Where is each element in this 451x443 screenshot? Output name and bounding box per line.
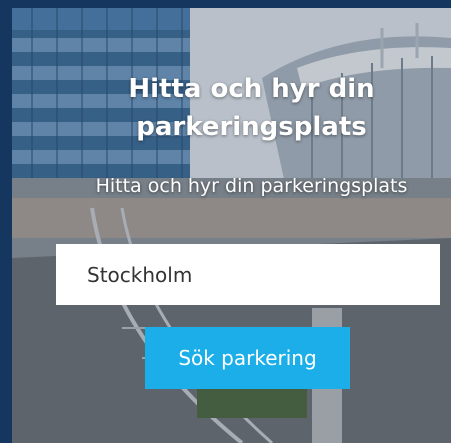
hero-section: Hitta och hyr din parkeringsplats Hitta … [12,8,451,443]
location-search-input[interactable] [56,244,440,305]
search-parking-button[interactable]: Sök parkering [145,327,350,389]
page-title: Hitta och hyr din parkeringsplats [128,74,375,142]
page-subtitle: Hitta och hyr din parkeringsplats [95,175,408,197]
app-frame: Hitta och hyr din parkeringsplats Hitta … [0,0,451,443]
